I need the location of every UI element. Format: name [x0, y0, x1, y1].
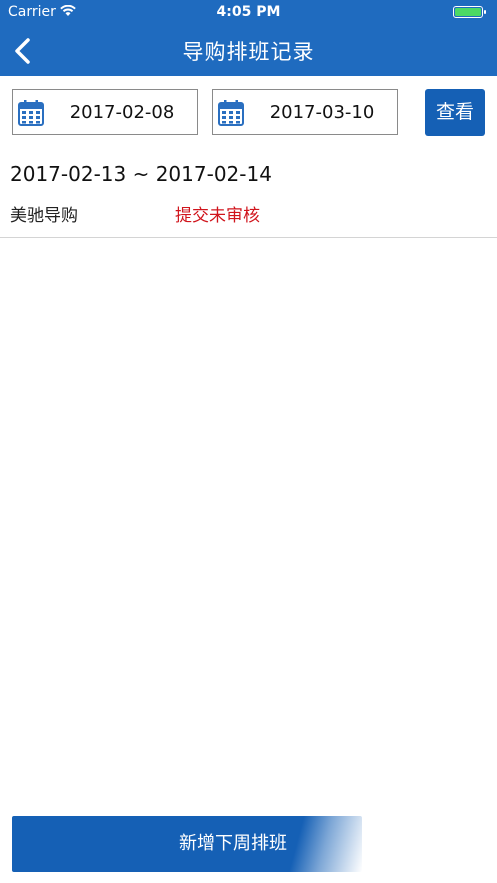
- header: Carrier 4:05 PM 导购排班记录: [0, 0, 497, 76]
- screen: Carrier 4:05 PM 导购排班记录 2017-02-08 2017-0…: [0, 0, 497, 883]
- add-button-label: 新增下周排班: [179, 833, 287, 854]
- add-next-week-schedule-button[interactable]: 新增下周排班: [12, 816, 362, 872]
- calendar-icon: [218, 100, 244, 126]
- start-date-field[interactable]: 2017-02-08: [12, 89, 198, 135]
- battery-icon: [453, 6, 486, 18]
- query-button[interactable]: 查看: [425, 89, 485, 136]
- end-date-field[interactable]: 2017-03-10: [212, 89, 398, 135]
- status-bar: Carrier 4:05 PM: [0, 0, 497, 24]
- start-date-value: 2017-02-08: [69, 102, 175, 123]
- record-date-range: 2017-02-13 ~ 2017-02-14: [10, 162, 272, 186]
- nav-bar: 导购排班记录: [0, 24, 497, 76]
- record-brand: 美驰导购: [10, 206, 78, 226]
- page-title: 导购排班记录: [182, 40, 315, 64]
- status-badge: 提交未审核: [175, 206, 260, 226]
- calendar-icon: [18, 100, 44, 126]
- end-date-value: 2017-03-10: [269, 102, 375, 123]
- status-time: 4:05 PM: [216, 4, 281, 20]
- list-item[interactable]: 2017-02-13 ~ 2017-02-14 美驰导购 提交未审核: [0, 150, 497, 238]
